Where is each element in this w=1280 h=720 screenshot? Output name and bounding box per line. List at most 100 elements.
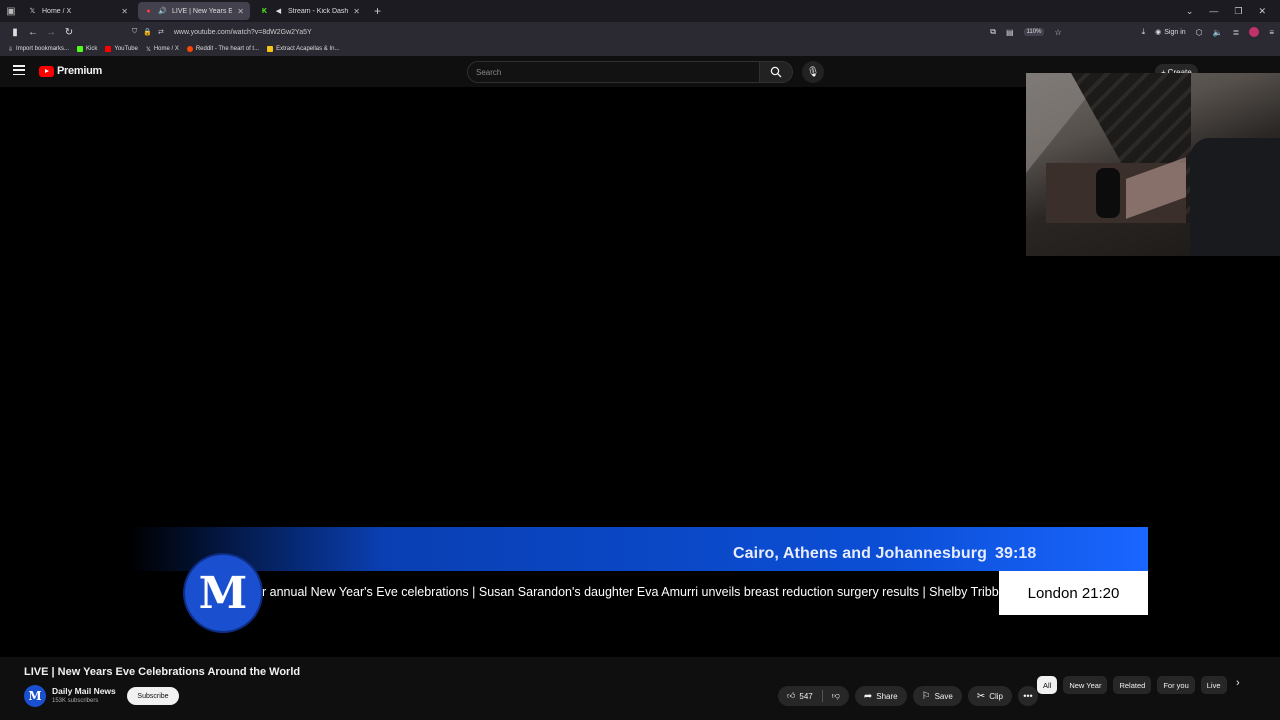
bookmark-label: Extract Acapellas & In... <box>276 46 340 52</box>
bookmark-label: Import bookmarks... <box>16 46 70 52</box>
bookmark-star-icon[interactable]: ☆ <box>1054 28 1061 37</box>
chip-related[interactable]: Related <box>1113 676 1152 694</box>
close-tab-icon[interactable]: ✕ <box>121 7 128 16</box>
tab-title: Home / X <box>42 7 72 15</box>
youtube-premium-logo[interactable]: Premium <box>39 65 102 77</box>
x-logo-icon: 𝕏 <box>145 46 151 53</box>
webcam-chair <box>1190 138 1280 256</box>
close-tab-icon[interactable]: ✕ <box>353 7 360 16</box>
browser-nav-bar: ▮ ← → ↻ ⛉ 🔒 ⇄ www.youtube.com/watch?v=8d… <box>0 22 1280 42</box>
address-bar[interactable]: ⛉ 🔒 ⇄ www.youtube.com/watch?v=8dW2Gw2Ya5… <box>132 24 1087 40</box>
subscribe-button[interactable]: Subscribe <box>127 687 179 705</box>
profile-avatar[interactable] <box>1249 27 1260 37</box>
new-tab-icon[interactable]: + <box>374 4 381 18</box>
bookmarks-bar: ⇩ Import bookmarks... Kick YouTube 𝕏 Home … <box>0 42 1280 56</box>
city-names: Cairo, Athens and Johannesburg <box>733 545 987 562</box>
back-icon[interactable]: ← <box>24 27 42 38</box>
close-window-icon[interactable]: ✕ <box>1258 6 1266 17</box>
video-title: LIVE | New Years Eve Celebrations Around… <box>24 666 301 678</box>
minimize-icon[interactable]: — <box>1209 6 1218 16</box>
like-button[interactable]: 👍︎ 547 <box>778 686 822 706</box>
bookmark-reddit[interactable]: Reddit - The heart of t... <box>186 46 259 52</box>
dislike-button[interactable]: 👎︎ <box>823 686 849 706</box>
youtube-icon <box>105 46 112 52</box>
subscriber-count: 153K subscribers <box>52 698 99 704</box>
scissors-icon: ✂ <box>976 690 986 702</box>
search-input[interactable]: Search <box>467 61 760 83</box>
share-button[interactable]: ➦ Share <box>854 686 907 706</box>
browser-tab-bar: ▣ 𝕏 Home / X ✕ ● 🔊 LIVE | New Years Eve … <box>0 0 1280 22</box>
menu-icon[interactable]: ≡ <box>1269 28 1274 37</box>
chevron-right-icon[interactable]: › <box>1236 677 1240 689</box>
bookmark-label: YouTube <box>114 46 138 52</box>
search-button[interactable] <box>759 61 793 83</box>
webcam-overlay <box>1026 73 1280 256</box>
lalal-icon <box>267 46 274 52</box>
import-icon: ⇩ <box>8 46 14 53</box>
bookmark-label: Home / X <box>153 46 179 52</box>
search-icon <box>770 66 782 78</box>
chip-for-you[interactable]: For you <box>1157 676 1195 694</box>
related-chips: All New Year Related For you Live <box>1037 676 1227 694</box>
share-label: Share <box>876 691 898 701</box>
bookmark-youtube[interactable]: YouTube <box>105 46 138 52</box>
mute-icon[interactable]: ◀ <box>274 7 283 16</box>
chip-live[interactable]: Live <box>1200 676 1227 694</box>
lock-icon[interactable]: 🔒 <box>143 28 152 36</box>
reader-view-icon[interactable]: ▤ <box>1006 28 1014 37</box>
speaker-icon[interactable]: 🔊 <box>158 7 167 16</box>
like-dislike-group: 👍︎ 547 👎︎ <box>778 686 849 706</box>
bookmark-kick[interactable]: Kick <box>77 46 97 52</box>
forward-icon[interactable]: → <box>42 27 60 38</box>
bookmark-import[interactable]: ⇩ Import bookmarks... <box>8 46 69 53</box>
kick-icon <box>77 46 84 52</box>
x-logo-icon: 𝕏 <box>29 8 36 15</box>
tab-kick-dashboard[interactable]: K ◀ Stream - Kick Dashboard ✕ <box>254 2 366 20</box>
city-countdown: Cairo, Athens and Johannesburg 39:18 <box>733 545 1036 563</box>
picture-in-picture-icon[interactable]: ⧉ <box>990 27 996 37</box>
chip-new-year[interactable]: New Year <box>1063 676 1108 694</box>
tab-title: LIVE | New Years Eve Celeb <box>172 7 233 15</box>
clip-button[interactable]: ✂ Clip <box>967 686 1012 706</box>
sidebar-toggle-icon[interactable]: ▮ <box>6 27 24 38</box>
zoom-level[interactable]: 110% <box>1023 28 1045 36</box>
download-icon[interactable]: ⤓ <box>1142 27 1146 37</box>
voice-search-button[interactable]: 🎙 <box>802 61 824 83</box>
url-text[interactable]: www.youtube.com/watch?v=8dW2Gw2Ya5Y <box>174 29 312 36</box>
hamburger-menu-icon[interactable] <box>13 65 25 75</box>
channel-avatar[interactable]: M <box>24 685 46 707</box>
thumbs-down-icon: 👎︎ <box>831 691 840 700</box>
sign-in-button[interactable]: ◉ Sign in <box>1155 28 1186 37</box>
more-actions-button[interactable]: ••• <box>1017 686 1038 706</box>
account-icon: ◉ <box>1155 29 1162 36</box>
sign-in-label: Sign in <box>1164 28 1186 36</box>
reddit-icon <box>186 46 193 52</box>
close-tab-icon[interactable]: ✕ <box>237 7 244 16</box>
permissions-icon[interactable]: ⇄ <box>158 28 164 36</box>
reload-icon[interactable]: ↻ <box>60 27 78 38</box>
logo-text: Premium <box>57 65 102 77</box>
thumbs-up-icon: 👍︎ <box>787 691 796 700</box>
youtube-play-icon <box>39 65 54 77</box>
extensions-icon[interactable]: ⬡ <box>1196 28 1203 37</box>
more-icon: ••• <box>1023 691 1033 701</box>
bookmark-acapellas[interactable]: Extract Acapellas & In... <box>267 46 339 52</box>
webcam-microphone <box>1096 168 1120 218</box>
chip-all[interactable]: All <box>1037 676 1058 694</box>
save-button[interactable]: ⚐ Save <box>912 686 962 706</box>
tab-youtube-live[interactable]: ● 🔊 LIVE | New Years Eve Celeb ✕ <box>138 2 250 20</box>
bookmark-x[interactable]: 𝕏 Home / X <box>146 46 179 53</box>
shield-icon[interactable]: ⛉ <box>132 28 137 36</box>
tab-list-icon[interactable]: ▣ <box>0 0 22 22</box>
tab-overflow-icon[interactable]: ⌄ <box>1186 6 1194 17</box>
tab-home-x[interactable]: 𝕏 Home / X ✕ <box>22 2 134 20</box>
tab-title: Stream - Kick Dashboard <box>288 7 349 15</box>
share-icon: ➦ <box>863 690 873 702</box>
channel-name[interactable]: Daily Mail News <box>52 686 116 696</box>
audio-icon[interactable]: 🔈 <box>1213 28 1223 37</box>
reader-icon[interactable]: ≣ <box>1233 28 1240 37</box>
bookmark-label: Kick <box>86 46 98 52</box>
restore-icon[interactable]: ❐ <box>1234 6 1242 17</box>
video-actions: 👍︎ 547 👎︎ ➦ Share ⚐ Save ✂ Clip ••• <box>778 686 1038 706</box>
microphone-icon: 🎙 <box>806 66 820 78</box>
